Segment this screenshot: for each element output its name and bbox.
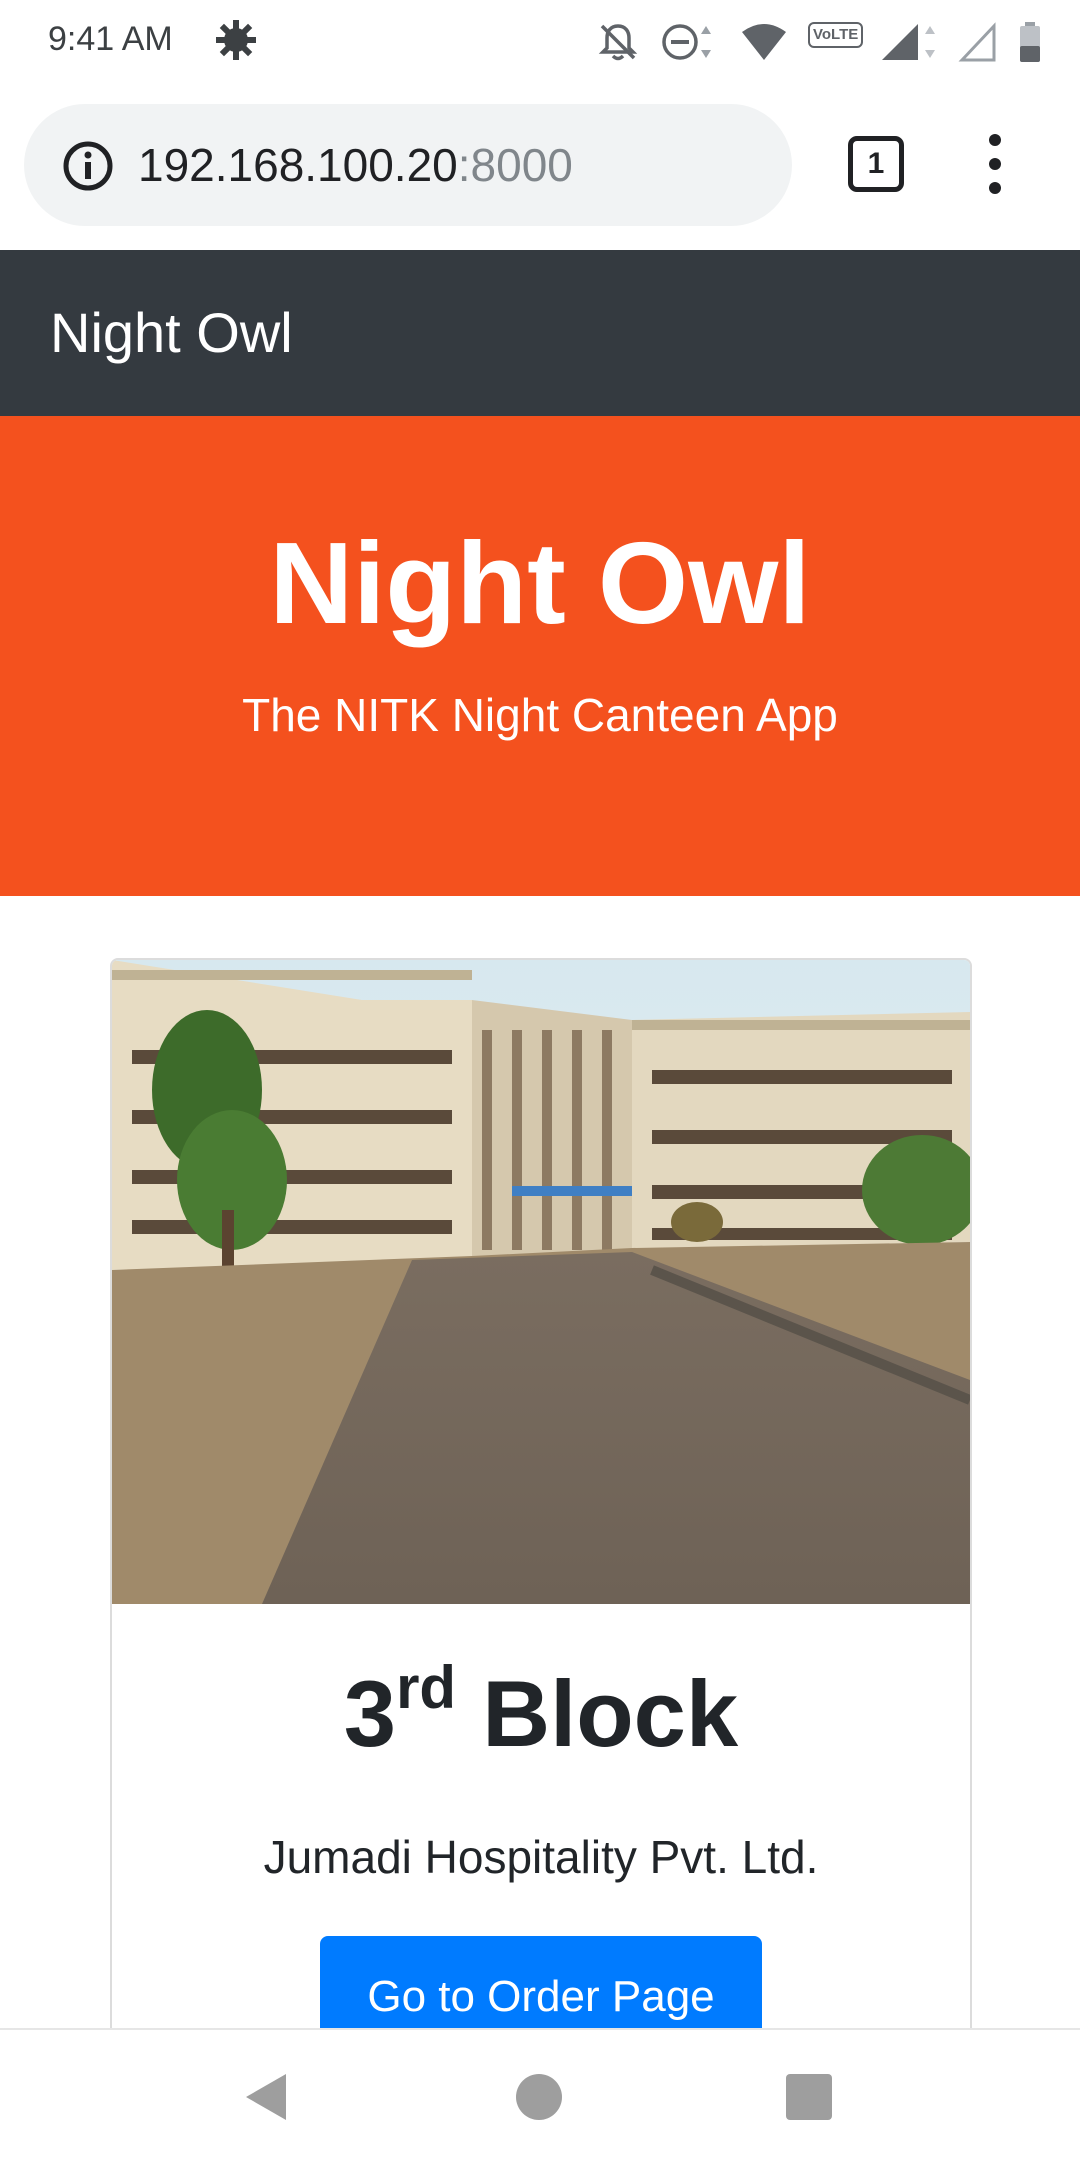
- recents-icon[interactable]: [786, 2074, 832, 2120]
- hostel-building-photo: [112, 960, 970, 1604]
- card-title-suffix: rd: [396, 1653, 457, 1721]
- address-bar[interactable]: 192.168.100.20:8000: [24, 104, 792, 226]
- browser-toolbar: 192.168.100.20:8000 1: [0, 84, 1080, 250]
- wifi-icon: [742, 24, 786, 60]
- gear-icon: [216, 20, 256, 60]
- hero-banner: Night Owl The NITK Night Canteen App: [0, 416, 1080, 896]
- card-text: Jumadi Hospitality Pvt. Ltd.: [263, 1831, 819, 1883]
- system-navigation-bar: [0, 2028, 1080, 2160]
- signal-icon: [882, 24, 935, 60]
- volte-label: VoLTE: [808, 22, 864, 48]
- home-icon[interactable]: [516, 2074, 562, 2120]
- back-icon[interactable]: [244, 2072, 288, 2122]
- url-port: :8000: [457, 139, 573, 191]
- status-icons: VoLTE: [596, 16, 1042, 68]
- signal-empty-icon: [958, 22, 996, 62]
- navbar-brand[interactable]: Night Owl: [50, 300, 293, 365]
- card-title-number: 3: [343, 1661, 397, 1766]
- status-time: 9:41 AM: [48, 20, 173, 58]
- tab-switcher-icon[interactable]: 1: [848, 136, 904, 192]
- url-text[interactable]: 192.168.100.20:8000: [138, 138, 573, 192]
- notifications-off-icon: [598, 24, 638, 61]
- volte-icon: VoLTE: [808, 20, 864, 64]
- navbar: Night Owl: [0, 250, 1080, 416]
- card-title-word: Block: [482, 1661, 739, 1766]
- info-icon[interactable]: [62, 140, 114, 192]
- url-host: 192.168.100.20: [138, 139, 458, 191]
- tab-count: 1: [867, 147, 885, 180]
- block-card: 3rd Block Jumadi Hospitality Pvt. Ltd. G…: [110, 958, 972, 2088]
- hero-title: Night Owl: [269, 518, 811, 648]
- card-title: 3rd Block: [112, 1657, 970, 1768]
- status-bar: 9:41 AM VoLTE: [0, 0, 1080, 84]
- battery-icon: [1020, 22, 1040, 62]
- more-vert-icon[interactable]: [980, 134, 1010, 194]
- hero-subtitle: The NITK Night Canteen App: [242, 689, 838, 741]
- do-not-disturb-icon: [662, 24, 711, 60]
